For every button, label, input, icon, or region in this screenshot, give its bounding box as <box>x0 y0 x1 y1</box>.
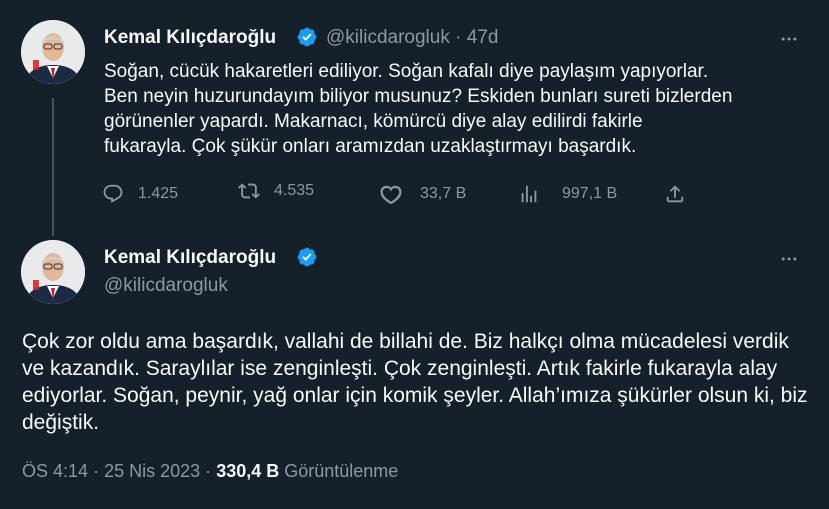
separator-dot: · <box>455 27 462 48</box>
avatar[interactable] <box>21 240 85 304</box>
views-count: 997,1 B <box>562 185 618 202</box>
separator-dot: · <box>205 461 212 481</box>
more-dots-icon <box>781 37 797 41</box>
avatar-image <box>21 20 85 84</box>
like-button[interactable]: 33,7 B <box>380 180 466 208</box>
author-name[interactable]: Kemal Kılıçdaroğlu <box>104 247 276 269</box>
tweet-actions-bar: 1.425 4.535 33,7 B 997,1 B <box>102 180 702 208</box>
tweet-time[interactable]: 47d <box>467 27 499 48</box>
more-options-button[interactable] <box>778 28 800 50</box>
thread-connector-line <box>52 98 54 236</box>
retweet-button[interactable]: 4.535 <box>238 177 314 205</box>
share-upload-icon <box>666 185 684 203</box>
avatar[interactable] <box>21 20 85 84</box>
share-button[interactable] <box>664 180 686 208</box>
views-label: Görüntülenme <box>284 461 399 481</box>
reply-count: 1.425 <box>138 185 179 202</box>
tweet-date[interactable]: 25 Nis 2023 <box>104 461 200 481</box>
author-handle[interactable]: @kilicdarogluk <box>326 27 450 48</box>
avatar-image <box>21 240 85 304</box>
retweet-icon <box>238 183 260 199</box>
verified-badge-icon[interactable] <box>296 246 318 268</box>
separator-dot: · <box>93 461 100 481</box>
tweet-time[interactable]: ÖS 4:14 <box>22 461 88 481</box>
tweet-text: Soğan, cücük hakaretleri ediliyor. Soğan… <box>104 61 733 157</box>
verified-badge-icon[interactable] <box>296 26 318 48</box>
more-dots-icon <box>781 257 797 261</box>
views-bar-chart-icon <box>521 185 537 203</box>
more-options-button[interactable] <box>778 248 800 270</box>
tweet-meta: ÖS 4:14 · 25 Nis 2023 · 330,4 B Görüntül… <box>22 461 398 482</box>
author-name[interactable]: Kemal Kılıçdaroğlu <box>104 27 276 49</box>
heart-icon <box>380 185 402 205</box>
views-button[interactable]: 997,1 B <box>518 180 617 208</box>
reply-icon <box>103 184 123 203</box>
reply-button[interactable]: 1.425 <box>102 180 178 208</box>
tweet-text: Çok zor oldu ama başardık, vallahi de bi… <box>22 330 808 434</box>
author-handle[interactable]: @kilicdarogluk <box>104 275 228 297</box>
like-count: 33,7 B <box>420 185 467 202</box>
views-count[interactable]: 330,4 B <box>216 461 279 481</box>
retweet-count: 4.535 <box>274 182 315 199</box>
